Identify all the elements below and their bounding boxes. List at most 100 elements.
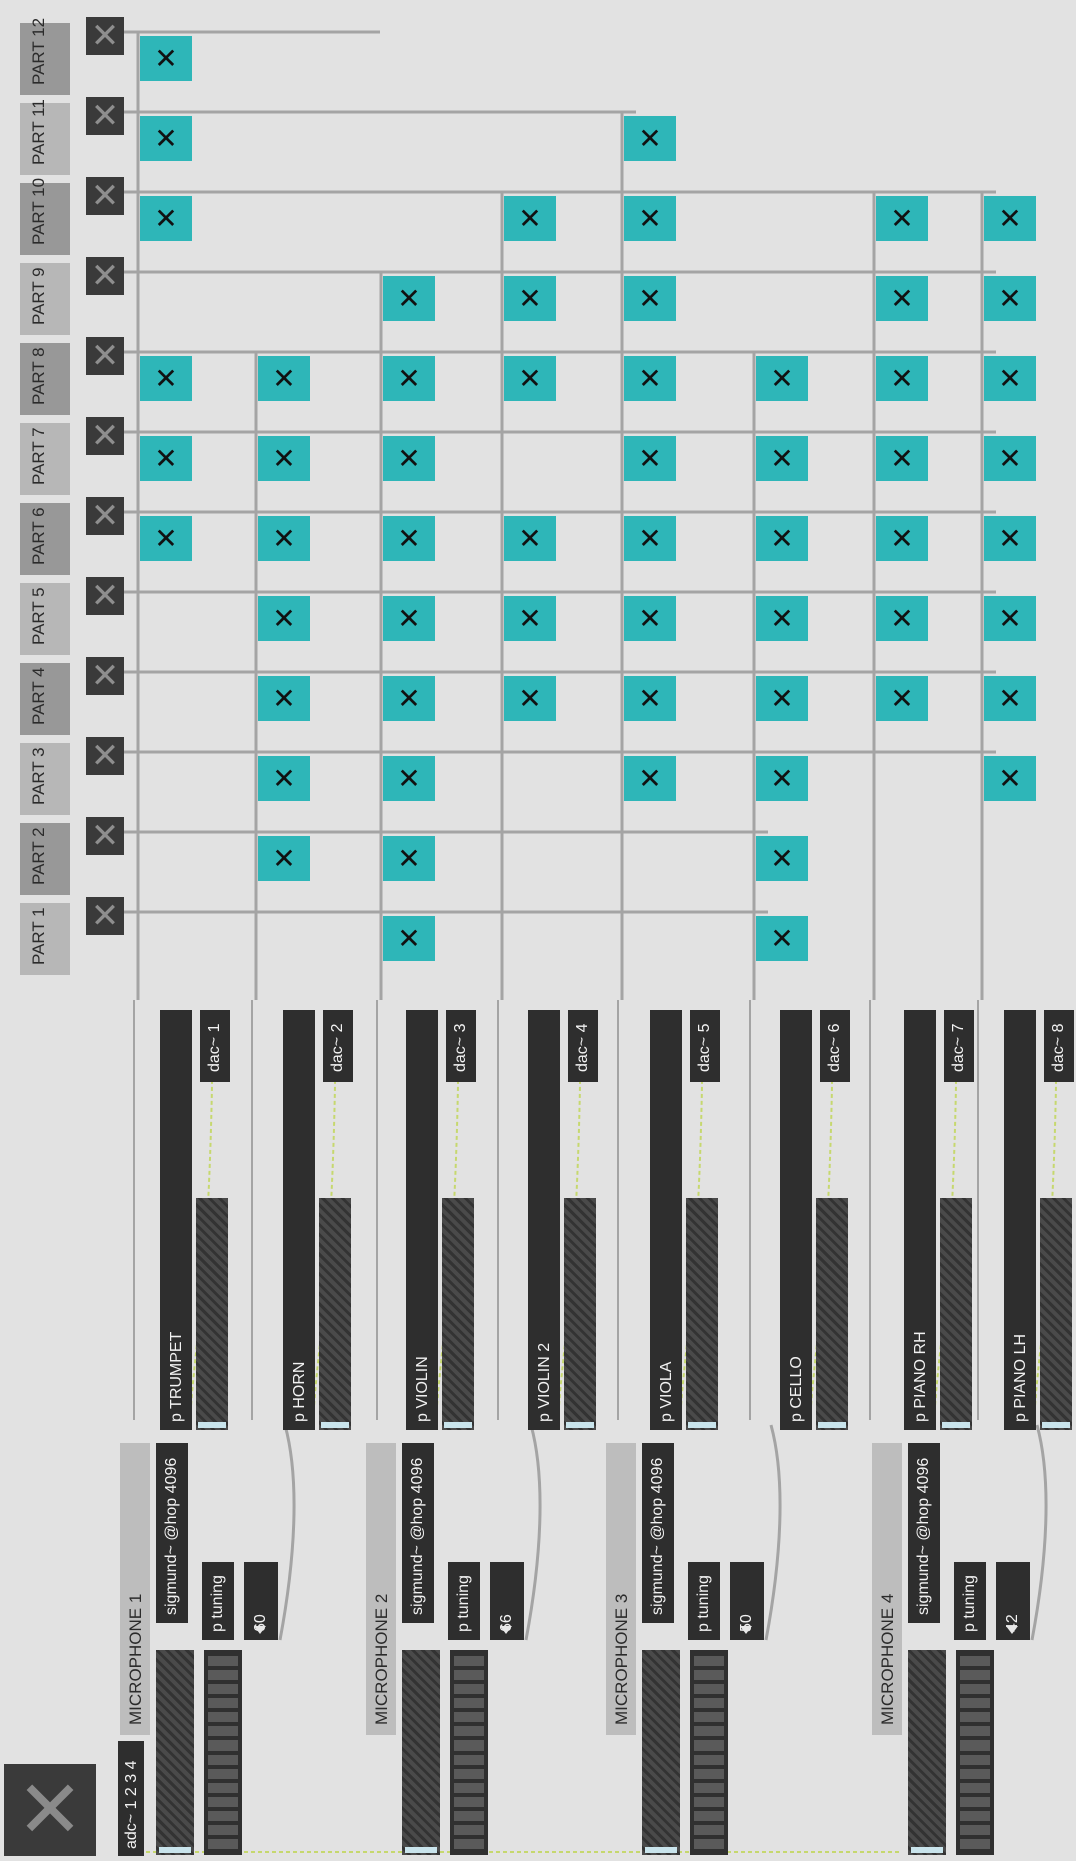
routing-cell[interactable]: ✕ [876,596,928,641]
instrument-object[interactable]: p VIOLIN [406,1010,438,1430]
routing-cell[interactable]: ✕ [140,356,192,401]
pitch-number-box[interactable]: 50 [730,1562,764,1640]
routing-cell[interactable]: ✕ [876,436,928,481]
routing-cell[interactable]: ✕ [383,356,435,401]
routing-cell[interactable]: ✕ [984,356,1036,401]
part-toggle-3[interactable]: ✕ [86,737,124,775]
routing-cell[interactable]: ✕ [383,916,435,961]
routing-cell[interactable]: ✕ [140,516,192,561]
routing-cell[interactable]: ✕ [383,276,435,321]
routing-cell[interactable]: ✕ [876,276,928,321]
routing-cell[interactable]: ✕ [504,276,556,321]
dac-object[interactable]: dac~ 8 [1044,1010,1074,1082]
dac-object[interactable]: dac~ 5 [690,1010,720,1082]
part-toggle-10[interactable]: ✕ [86,177,124,215]
routing-cell[interactable]: ✕ [756,916,808,961]
routing-cell[interactable]: ✕ [624,756,676,801]
routing-cell[interactable]: ✕ [258,516,310,561]
part-toggle-8[interactable]: ✕ [86,337,124,375]
part-toggle-2[interactable]: ✕ [86,817,124,855]
routing-cell[interactable]: ✕ [756,596,808,641]
routing-cell[interactable]: ✕ [258,356,310,401]
part-toggle-4[interactable]: ✕ [86,657,124,695]
dac-object[interactable]: dac~ 7 [944,1010,974,1082]
routing-cell[interactable]: ✕ [624,596,676,641]
sigmund-object[interactable]: sigmund~ @hop 4096 [908,1443,940,1623]
routing-cell[interactable]: ✕ [756,356,808,401]
routing-cell[interactable]: ✕ [504,676,556,721]
routing-cell[interactable]: ✕ [383,756,435,801]
routing-cell[interactable]: ✕ [876,676,928,721]
instrument-object[interactable]: p CELLO [780,1010,812,1430]
tuning-object[interactable]: p tuning [202,1562,234,1640]
routing-cell[interactable]: ✕ [756,516,808,561]
routing-cell[interactable]: ✕ [140,36,192,81]
dac-object[interactable]: dac~ 3 [446,1010,476,1082]
instrument-object[interactable]: p PIANO RH [904,1010,936,1430]
routing-cell[interactable]: ✕ [383,596,435,641]
routing-cell[interactable]: ✕ [984,436,1036,481]
dac-object[interactable]: dac~ 1 [200,1010,230,1082]
part-toggle-11[interactable]: ✕ [86,97,124,135]
routing-cell[interactable]: ✕ [624,356,676,401]
routing-cell[interactable]: ✕ [504,196,556,241]
routing-cell[interactable]: ✕ [383,836,435,881]
routing-cell[interactable]: ✕ [984,756,1036,801]
routing-cell[interactable]: ✕ [258,756,310,801]
routing-cell[interactable]: ✕ [876,196,928,241]
routing-cell[interactable]: ✕ [984,196,1036,241]
pitch-number-box[interactable]: 42 [996,1562,1030,1640]
dac-object[interactable]: dac~ 2 [323,1010,353,1082]
master-toggle[interactable]: ✕ [4,1764,96,1856]
routing-cell[interactable]: ✕ [624,276,676,321]
routing-cell[interactable]: ✕ [258,596,310,641]
part-toggle-6[interactable]: ✕ [86,497,124,535]
instrument-object[interactable]: p VIOLA [650,1010,682,1430]
dac-object[interactable]: dac~ 4 [568,1010,598,1082]
routing-cell[interactable]: ✕ [383,676,435,721]
sigmund-object[interactable]: sigmund~ @hop 4096 [642,1443,674,1623]
routing-cell[interactable]: ✕ [756,436,808,481]
instrument-object[interactable]: p HORN [283,1010,315,1430]
routing-cell[interactable]: ✕ [876,516,928,561]
routing-cell[interactable]: ✕ [984,516,1036,561]
routing-cell[interactable]: ✕ [756,676,808,721]
routing-cell[interactable]: ✕ [756,756,808,801]
routing-cell[interactable]: ✕ [140,196,192,241]
routing-cell[interactable]: ✕ [504,596,556,641]
tuning-object[interactable]: p tuning [954,1562,986,1640]
pitch-number-box[interactable]: 66 [490,1562,524,1640]
part-toggle-5[interactable]: ✕ [86,577,124,615]
routing-cell[interactable]: ✕ [756,836,808,881]
routing-cell[interactable]: ✕ [984,596,1036,641]
tuning-object[interactable]: p tuning [688,1562,720,1640]
instrument-object[interactable]: p TRUMPET [160,1010,192,1430]
routing-cell[interactable]: ✕ [258,836,310,881]
routing-cell[interactable]: ✕ [984,276,1036,321]
routing-cell[interactable]: ✕ [624,676,676,721]
instrument-object[interactable]: p PIANO LH [1004,1010,1036,1430]
part-toggle-9[interactable]: ✕ [86,257,124,295]
routing-cell[interactable]: ✕ [140,116,192,161]
routing-cell[interactable]: ✕ [624,516,676,561]
routing-cell[interactable]: ✕ [140,436,192,481]
routing-cell[interactable]: ✕ [504,356,556,401]
tuning-object[interactable]: p tuning [448,1562,480,1640]
routing-cell[interactable]: ✕ [984,676,1036,721]
sigmund-object[interactable]: sigmund~ @hop 4096 [402,1443,434,1623]
routing-cell[interactable]: ✕ [876,356,928,401]
sigmund-object[interactable]: sigmund~ @hop 4096 [156,1443,188,1623]
instrument-object[interactable]: p VIOLIN 2 [528,1010,560,1430]
routing-cell[interactable]: ✕ [624,116,676,161]
part-toggle-7[interactable]: ✕ [86,417,124,455]
dac-object[interactable]: dac~ 6 [820,1010,850,1082]
routing-cell[interactable]: ✕ [624,196,676,241]
routing-cell[interactable]: ✕ [624,436,676,481]
part-toggle-12[interactable]: ✕ [86,17,124,55]
pitch-number-box[interactable]: 60 [244,1562,278,1640]
routing-cell[interactable]: ✕ [258,676,310,721]
routing-cell[interactable]: ✕ [383,516,435,561]
part-toggle-1[interactable]: ✕ [86,897,124,935]
routing-cell[interactable]: ✕ [504,516,556,561]
adc-object[interactable]: adc~ 1 2 3 4 [118,1741,144,1856]
